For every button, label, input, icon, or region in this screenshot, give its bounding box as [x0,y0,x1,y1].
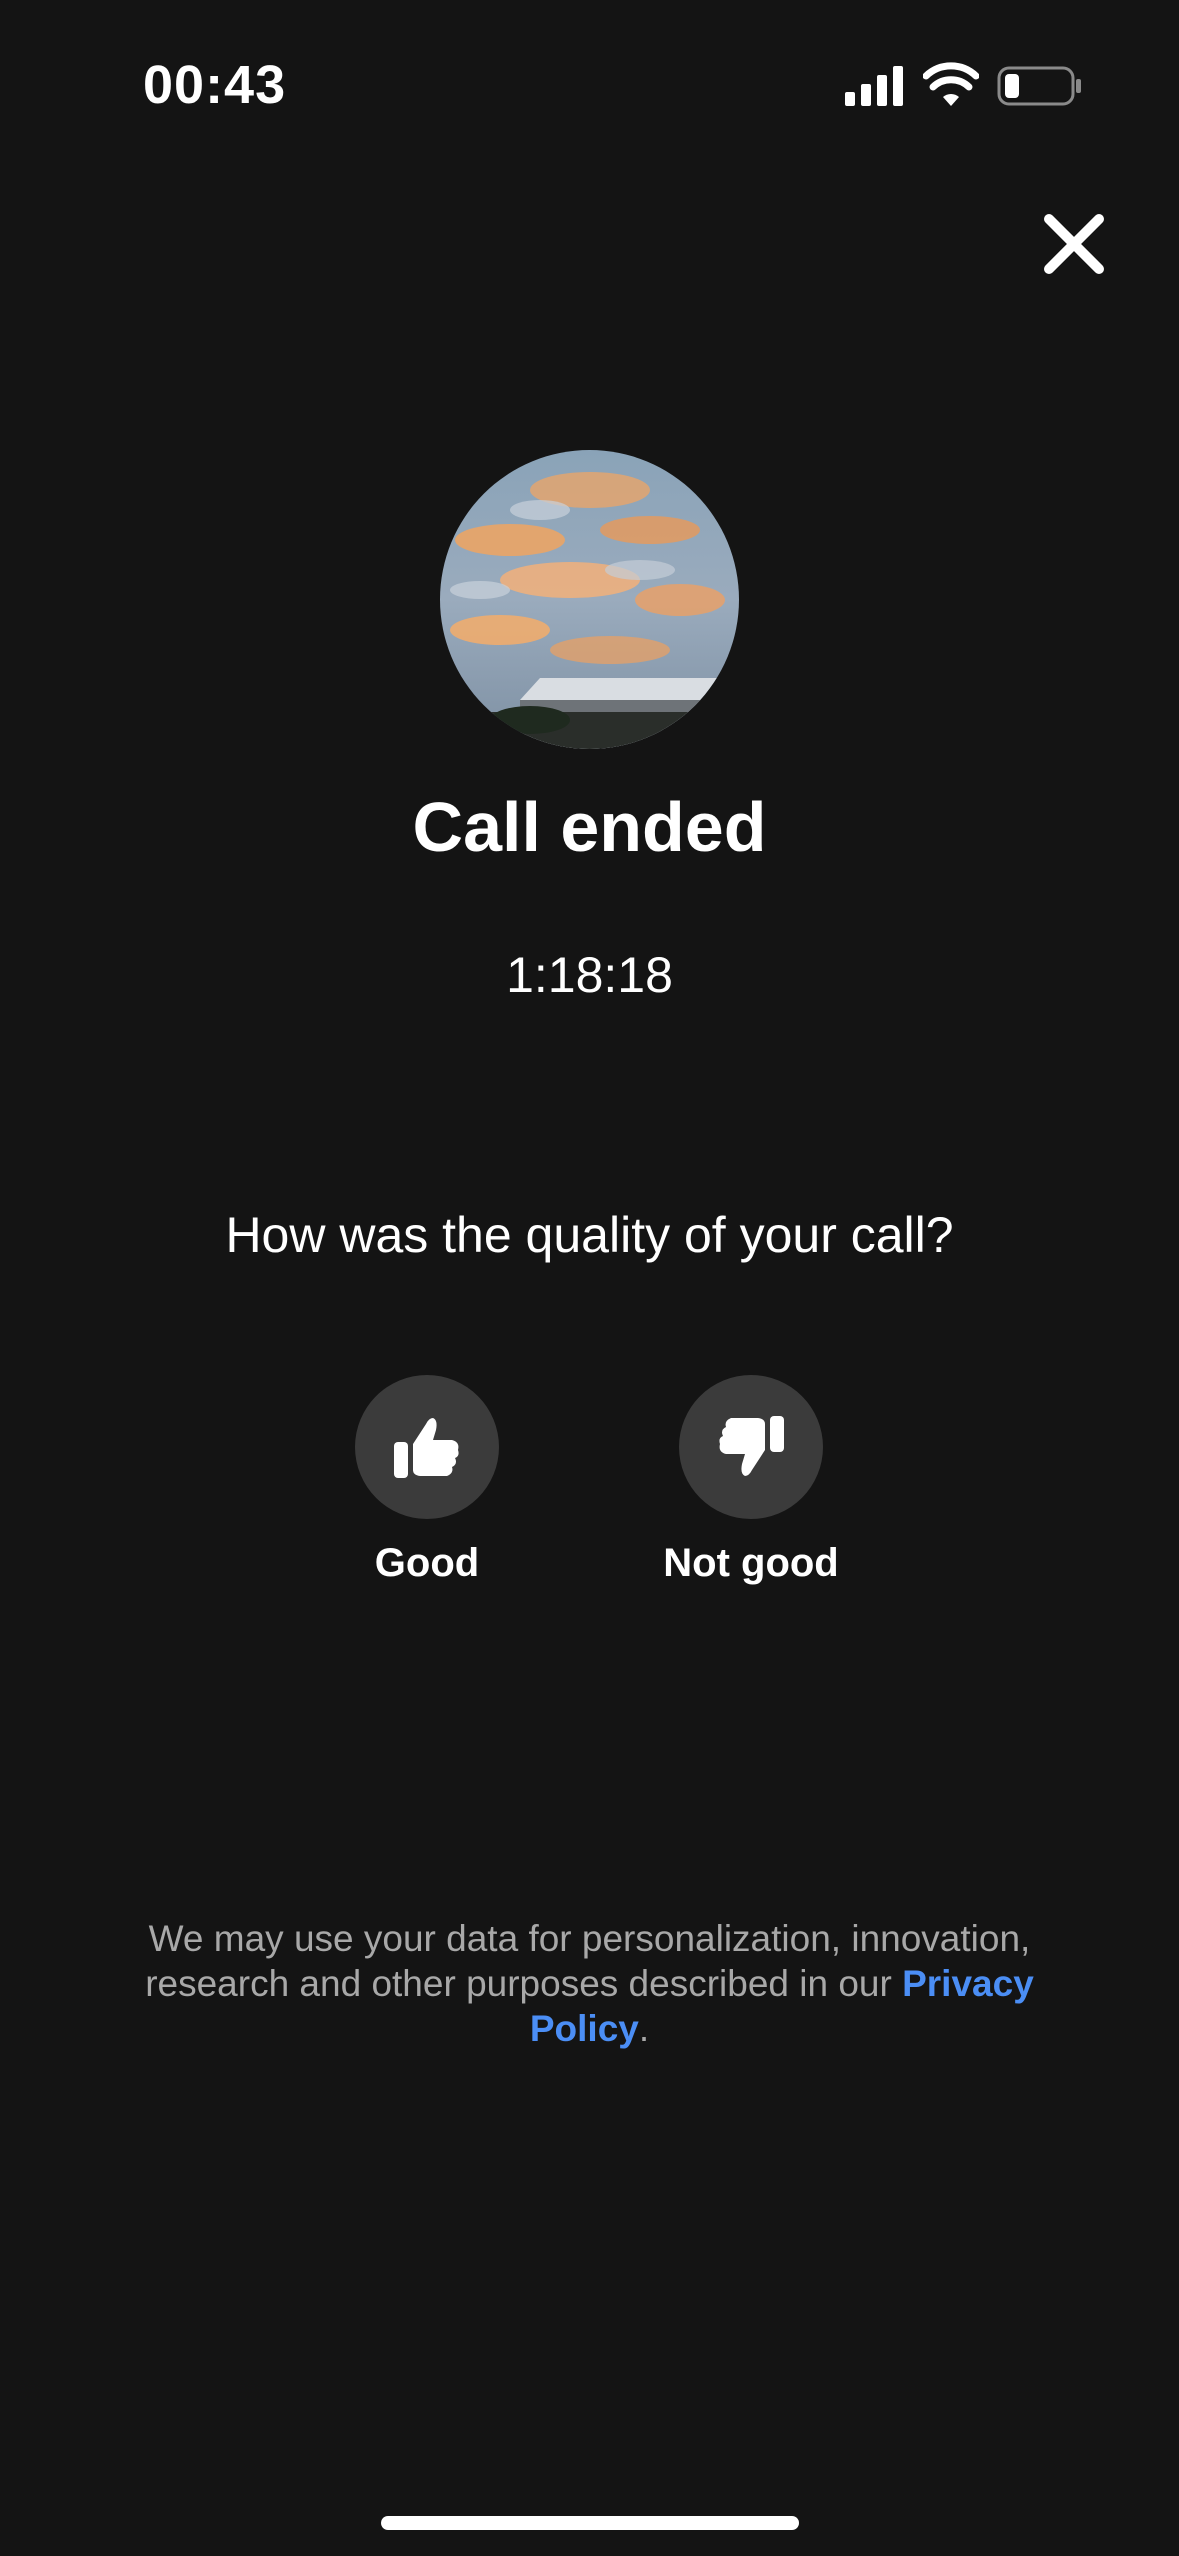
avatar [440,450,739,749]
disclaimer-suffix: . [638,2008,650,2049]
good-rating-circle[interactable] [355,1375,499,1519]
wifi-icon [923,62,979,106]
close-button[interactable] [1036,206,1112,282]
thumbs-up-icon [394,1418,459,1478]
not-good-label: Not good [663,1541,839,1585]
quality-question: How was the quality of your call? [225,1207,954,1263]
not-good-rating-button[interactable]: Not good [601,1375,901,1589]
call-ended-title: Call ended [412,788,767,866]
thumbs-down-icon [719,1416,784,1476]
battery-icon [997,66,1081,106]
privacy-disclaimer: We may use your data for personalization… [120,1916,1059,2051]
good-rating-button[interactable]: Good [277,1375,577,1589]
not-good-rating-circle[interactable] [679,1375,823,1519]
call-duration: 1:18:18 [506,947,673,1003]
status-time: 00:43 [143,55,287,115]
status-bar: 00:43 [0,0,1179,170]
close-icon [1044,214,1104,274]
disclaimer-text: We may use your data for personalization… [145,1918,1031,2004]
home-indicator[interactable] [381,2516,799,2530]
good-label: Good [374,1541,480,1585]
signal-icon [845,66,903,106]
